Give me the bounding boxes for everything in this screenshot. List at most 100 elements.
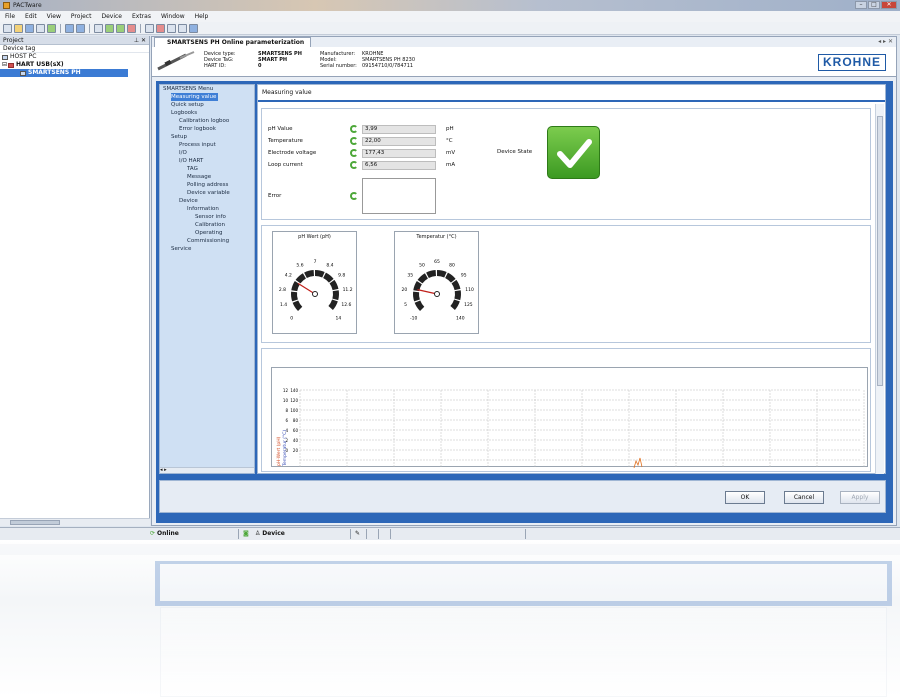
value-unit: °C (446, 138, 453, 144)
cancel-button[interactable]: Cancel (784, 491, 824, 504)
gauge-needle (417, 289, 438, 295)
disconnect-device-icon[interactable] (127, 23, 136, 33)
download-icon[interactable] (156, 23, 165, 33)
menu-tree-label: Measuring value (171, 93, 219, 101)
gauge-tick-label: 2.8 (279, 287, 286, 293)
menu-tree-item[interactable]: Device variable (160, 189, 254, 197)
menu-tree-item[interactable]: Quick setup (160, 101, 254, 109)
pin-close-icon[interactable]: ⊥ ✕ (134, 37, 146, 44)
menu-project[interactable]: Project (66, 13, 97, 20)
menu-tree-item[interactable]: Operating (160, 229, 254, 237)
menu-tree-hscrollbar[interactable]: ◂ ▸ (160, 467, 254, 473)
refresh-icon[interactable] (350, 137, 358, 145)
menu-tree-item[interactable]: Message (160, 173, 254, 181)
menu-tree-item[interactable]: Calibration logboo (160, 117, 254, 125)
tree-item-smartsens-ph[interactable]: SMARTSENS PH (0, 69, 128, 77)
connect-icon[interactable] (47, 23, 56, 33)
menu-tree-item[interactable]: Logbooks (160, 109, 254, 117)
menu-tree-item[interactable]: Service (160, 245, 254, 253)
add-device-icon[interactable] (105, 23, 114, 33)
refresh-icon[interactable] (350, 161, 358, 169)
diagnosis-icon[interactable] (189, 23, 198, 33)
menu-view[interactable]: View (42, 13, 66, 20)
menu-tree-item[interactable]: Polling address (160, 181, 254, 189)
gauge-tick-label: 125 (464, 302, 473, 308)
refresh-icon[interactable] (350, 149, 358, 157)
menu-tree-item[interactable]: Setup (160, 133, 254, 141)
menu-tree-item[interactable]: Calibration (160, 221, 254, 229)
menu-help[interactable]: Help (190, 13, 214, 20)
online-parameter-icon[interactable] (65, 23, 74, 33)
maximize-button[interactable]: □ (868, 1, 880, 9)
gauge-segment (304, 270, 314, 278)
menu-tree-item[interactable]: TAG (160, 165, 254, 173)
menu-tree-item[interactable]: I/O HART (160, 157, 254, 165)
device-catalog-icon[interactable] (94, 23, 103, 33)
refresh-icon[interactable] (350, 192, 358, 200)
minimize-button[interactable]: – (855, 1, 867, 9)
content-vscrollbar[interactable] (875, 104, 884, 474)
menu-tree-item[interactable]: Device (160, 197, 254, 205)
menu-file[interactable]: File (0, 13, 20, 20)
window-controls: – □ ✕ (855, 1, 897, 9)
menu-tree-item[interactable]: Error logbook (160, 125, 254, 133)
menu-bar: File Edit View Project Device Extras Window Hel… (0, 11, 900, 22)
menu-tree-item[interactable]: Measuring value (160, 93, 254, 101)
tree-item-hart-usb[interactable]: ⊟ HART USB(sX) (0, 61, 149, 69)
computer-icon (2, 54, 8, 60)
gauge-tick-label: 4.2 (285, 273, 292, 279)
scroll-thumb[interactable] (877, 116, 883, 386)
refresh-icon[interactable] (350, 125, 358, 133)
gauge-segment (417, 273, 428, 284)
pactware-window: PACTware – □ ✕ File Edit View Project Device… (0, 0, 900, 540)
device-status-label: Device (262, 530, 285, 537)
value-field: 6,56 (362, 160, 436, 170)
gauge-segment (445, 272, 456, 283)
menu-device[interactable]: Device (96, 13, 127, 20)
menu-tree-item[interactable]: SMARTSENS Menu (160, 85, 254, 93)
gauge-tick-label: 80 (449, 263, 455, 269)
menu-edit[interactable]: Edit (20, 13, 42, 20)
hart-id-value: 0 (258, 63, 262, 69)
trend-y-tick: 8 (285, 408, 288, 413)
project-hscrollbar[interactable] (0, 518, 150, 526)
close-button[interactable]: ✕ (881, 1, 897, 9)
gauge-segment (451, 279, 461, 291)
reflection-button-bar (160, 564, 887, 601)
save-icon[interactable] (25, 23, 34, 33)
connect-device-icon[interactable] (116, 23, 125, 33)
value-row: pH Value 3,99 pH (268, 124, 466, 134)
tab-nav-controls[interactable]: ◂ ▸ ✕ (878, 38, 893, 45)
menu-tree-item[interactable]: I/O (160, 149, 254, 157)
measured-value-icon[interactable] (167, 23, 176, 33)
menu-tree-item[interactable]: Sensor info (160, 213, 254, 221)
menu-tree-label: Device variable (187, 190, 230, 196)
apply-button[interactable]: Apply (840, 491, 880, 504)
open-folder-icon[interactable] (14, 23, 23, 33)
print-icon[interactable] (36, 23, 45, 33)
gauge-tick-label: 140 (456, 315, 465, 321)
menu-tree-label: Information (187, 206, 219, 212)
simulation-icon[interactable] (178, 23, 187, 33)
gauge-segment (426, 270, 436, 278)
menu-tree-item[interactable]: Commissioning (160, 237, 254, 245)
gauge-tick-label: 65 (434, 259, 440, 265)
new-project-icon[interactable] (3, 23, 12, 33)
error-row: Error (268, 178, 436, 214)
status-separator (350, 529, 351, 539)
toolbar (0, 22, 900, 35)
menu-tree-item[interactable]: Information (160, 205, 254, 213)
menu-window[interactable]: Window (156, 13, 190, 20)
menu-tree-item[interactable]: Process input (160, 141, 254, 149)
tab-online-parameterization[interactable]: SMARTSENS PH Online parameterization (154, 37, 312, 47)
offline-parameter-icon[interactable] (76, 23, 85, 33)
gauge-segment (295, 273, 306, 284)
collapse-icon[interactable]: ⊟ (2, 61, 7, 69)
upload-icon[interactable] (145, 23, 154, 33)
ok-button[interactable]: OK (725, 491, 765, 504)
tree-item-host-pc[interactable]: HOST PC (0, 53, 149, 61)
dialog-button-bar: OK Cancel Apply (159, 480, 886, 513)
menu-extras[interactable]: Extras (127, 13, 156, 20)
tree-item-label: HART USB(sX) (16, 61, 64, 68)
scroll-thumb[interactable] (10, 520, 60, 525)
